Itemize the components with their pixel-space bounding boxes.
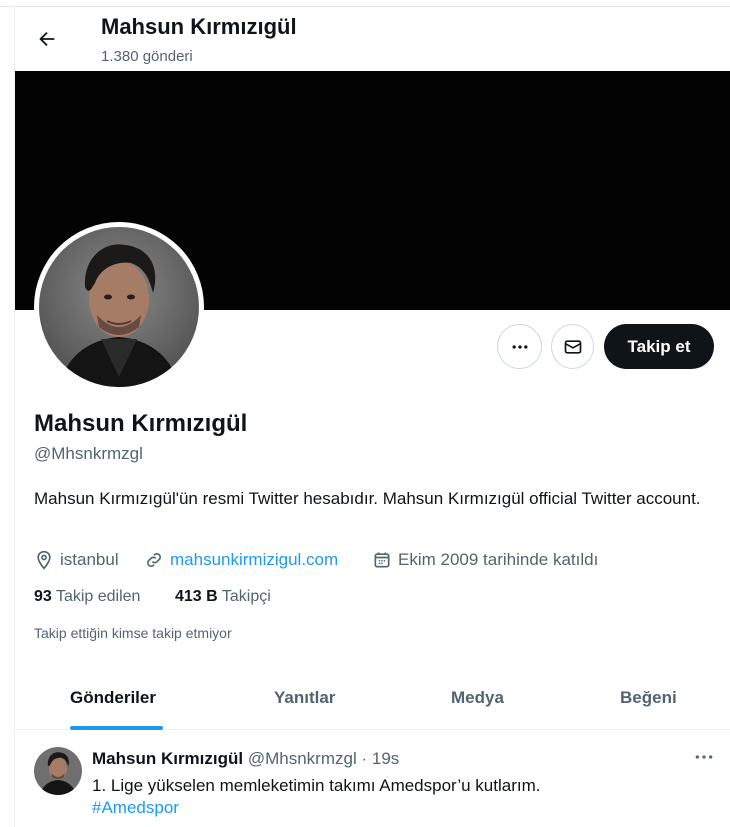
profile-header: Mahsun Kırmızıgül 1.380 gönderi [15, 7, 730, 71]
tweet-hashtag[interactable]: #Amedspor [92, 798, 179, 818]
tab-likes[interactable]: Beğeni [620, 688, 677, 708]
tweet-timestamp[interactable]: 19s [372, 749, 399, 768]
website-link[interactable]: mahsunkirmizigul.com [170, 550, 338, 570]
tab-media[interactable]: Medya [451, 688, 504, 708]
tab-posts[interactable]: Gönderiler [70, 688, 156, 708]
following-label: Takip edilen [55, 588, 141, 605]
profile-bio: Mahsun Kırmızıgül'ün resmi Twitter hesab… [34, 489, 701, 508]
follow-button[interactable]: Takip et [604, 324, 714, 369]
location-pin-icon [37, 550, 51, 570]
followers-count: 413 B [175, 588, 218, 605]
profile-handle: @Mhsnkrmzgl [34, 444, 143, 463]
profile-website[interactable]: mahsunkirmizigul.com [144, 548, 338, 572]
tweet-author-handle[interactable]: @Mhsnkrmzgl [248, 749, 357, 768]
mutual-followers-note: Takip ettiğin kimse takip etmiyor [34, 625, 232, 641]
post-count: 1.380 gönderi [101, 48, 193, 65]
more-options-button[interactable] [497, 324, 542, 369]
tweet-more-button[interactable] [693, 749, 715, 765]
profile-avatar[interactable] [34, 222, 204, 392]
location-text: istanbul [60, 550, 119, 569]
calendar-icon [374, 552, 390, 568]
message-button[interactable] [551, 324, 594, 369]
tweet[interactable]: Mahsun Kırmızıgül @Mhsnkrmzgl · 19s 1. L… [15, 731, 730, 827]
back-button[interactable] [33, 25, 61, 53]
avatar-photo [39, 227, 199, 387]
profile-tabs: Gönderiler Yanıtlar Medya Beğeni [15, 672, 730, 730]
envelope-icon [564, 339, 581, 354]
following-count: 93 [34, 588, 52, 605]
tweet-author-name[interactable]: Mahsun Kırmızıgül [92, 749, 243, 768]
profile-joined: Ekim 2009 tarihinde katıldı [372, 548, 598, 572]
joined-text: Ekim 2009 tarihinde katıldı [398, 550, 599, 569]
tweet-text: 1. Lige yükselen memleketimin takımı Ame… [92, 776, 541, 795]
profile-name: Mahsun Kırmızıgül [34, 410, 248, 437]
header-title: Mahsun Kırmızıgül [101, 14, 297, 39]
more-horizontal-icon [512, 344, 527, 349]
following-stat[interactable]: 93 Takip edilen [34, 588, 140, 606]
link-icon [147, 553, 161, 567]
active-tab-indicator [70, 726, 163, 730]
tweet-separator: · [361, 749, 368, 768]
more-horizontal-icon [695, 755, 713, 759]
arrow-left-icon [39, 31, 55, 47]
profile-location: istanbul [34, 548, 119, 572]
tweet-header: Mahsun Kırmızıgül @Mhsnkrmzgl · 19s [92, 749, 399, 769]
tweet-avatar[interactable] [34, 747, 82, 795]
followers-stat[interactable]: 413 B Takipçi [175, 588, 271, 606]
followers-label: Takipçi [221, 588, 271, 605]
tab-replies[interactable]: Yanıtlar [274, 688, 335, 708]
